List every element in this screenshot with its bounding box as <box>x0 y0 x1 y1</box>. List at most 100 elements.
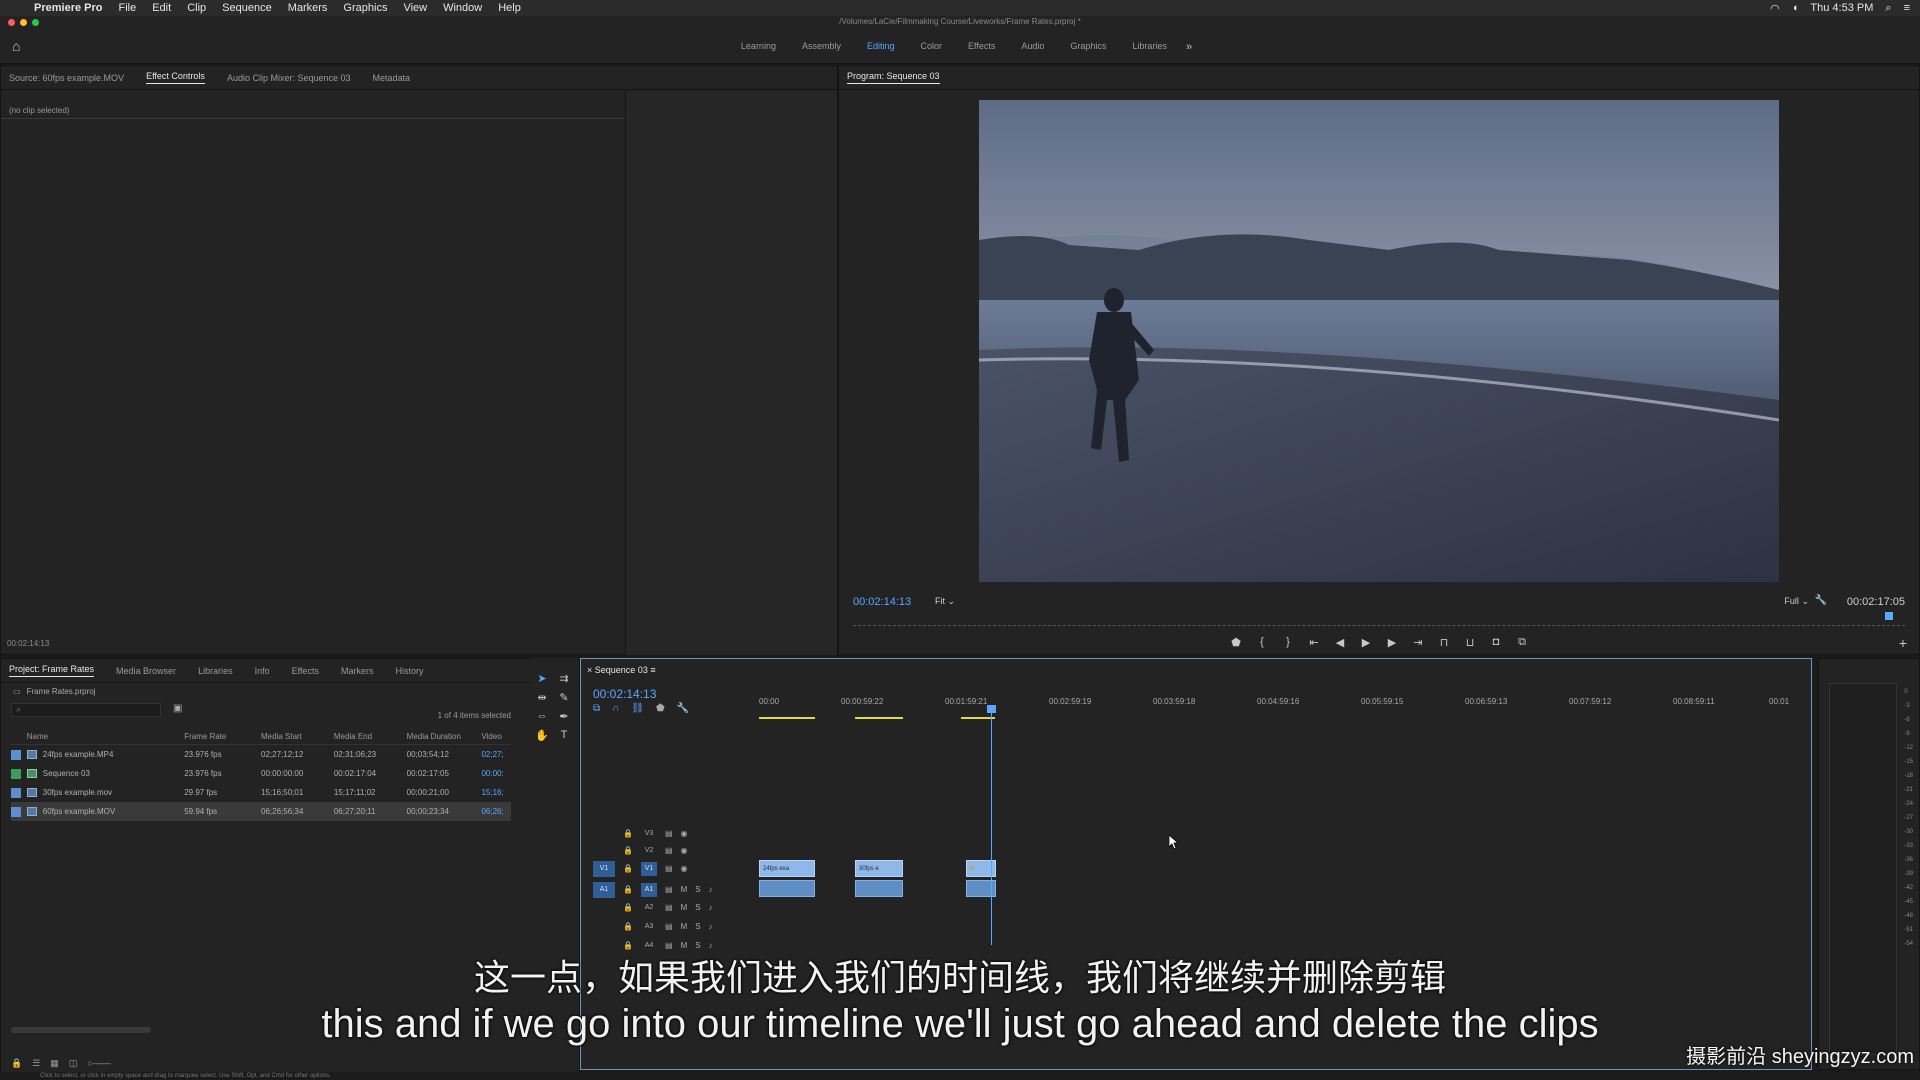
sync-lock-icon[interactable]: ▤ <box>665 903 673 912</box>
linked-selection-icon[interactable]: ⛓ <box>631 703 644 714</box>
menu-view[interactable]: View <box>403 2 427 14</box>
table-row-selected[interactable]: 60fps example.MOV 59.94 fps 06;26;56;34 … <box>11 802 511 821</box>
track-lock-icon[interactable]: 🔒 <box>623 846 633 855</box>
workspace-more-icon[interactable]: » <box>1180 41 1192 53</box>
track-lock-icon[interactable]: 🔒 <box>623 903 633 912</box>
menu-graphics[interactable]: Graphics <box>343 2 387 14</box>
workspace-tab-libraries[interactable]: Libraries <box>1119 41 1180 53</box>
program-time-ruler[interactable] <box>853 616 1905 626</box>
tab-source[interactable]: Source: 60fps example.MOV <box>9 73 124 83</box>
icon-view-icon[interactable]: ▦ <box>50 1058 59 1069</box>
workspace-tab-learning[interactable]: Learning <box>728 41 789 53</box>
track-name-a1[interactable]: A1 <box>640 882 657 897</box>
mic-icon[interactable]: ♪ <box>709 922 713 931</box>
sync-lock-icon[interactable]: ▤ <box>665 941 673 950</box>
col-name[interactable]: Name <box>27 732 184 741</box>
tab-audio-clip-mixer[interactable]: Audio Clip Mixer: Sequence 03 <box>227 73 351 83</box>
effect-controls-timeline-area[interactable] <box>625 91 837 655</box>
mark-out-icon[interactable]: } <box>1280 636 1296 649</box>
close-tab-icon[interactable]: × <box>587 665 592 675</box>
track-select-tool-icon[interactable]: ⇉ <box>554 672 574 685</box>
play-icon[interactable]: ▶ <box>1358 636 1374 649</box>
tab-markers[interactable]: Markers <box>341 666 374 676</box>
sync-lock-icon[interactable]: ▤ <box>665 829 673 838</box>
program-playhead[interactable] <box>1885 612 1893 620</box>
mic-icon[interactable]: ♪ <box>709 903 713 912</box>
work-area-bar[interactable] <box>855 717 903 719</box>
lock-icon[interactable]: 🔒 <box>11 1058 22 1069</box>
tab-project[interactable]: Project: Frame Rates <box>9 664 95 677</box>
menu-help[interactable]: Help <box>498 2 521 14</box>
col-media-end[interactable]: Media End <box>334 732 407 741</box>
table-row[interactable]: Sequence 03 23.976 fps 00:00:00:00 00:02… <box>11 764 511 783</box>
export-frame-icon[interactable]: ◘ <box>1488 636 1504 649</box>
workspace-tab-color[interactable]: Color <box>908 41 956 53</box>
workspace-tab-audio[interactable]: Audio <box>1008 41 1057 53</box>
work-area-bar[interactable] <box>759 717 815 719</box>
workspace-tab-assembly[interactable]: Assembly <box>789 41 854 53</box>
zoom-slider[interactable]: ○—— <box>87 1058 110 1069</box>
track-lock-icon[interactable]: 🔒 <box>623 922 633 931</box>
lift-icon[interactable]: ⊓ <box>1436 636 1452 649</box>
timeline-settings-icon[interactable]: 🔧 <box>677 703 689 714</box>
sync-lock-icon[interactable]: ▤ <box>665 846 673 855</box>
eye-icon[interactable]: ◉ <box>681 864 688 873</box>
solo-button[interactable]: S <box>695 922 700 931</box>
volume-icon[interactable]: ◖ <box>1792 2 1799 14</box>
track-name-v2[interactable]: V2 <box>641 844 657 858</box>
tab-effect-controls[interactable]: Effect Controls <box>146 71 205 84</box>
wifi-icon[interactable]: ◠ <box>1770 2 1780 15</box>
tab-metadata[interactable]: Metadata <box>373 73 411 83</box>
app-menu[interactable]: Premiere Pro <box>34 2 102 14</box>
table-row[interactable]: 24fps example.MP4 23.976 fps 02;27;12;12… <box>11 745 511 764</box>
program-video-frame[interactable] <box>979 100 1779 582</box>
extract-icon[interactable]: ⊔ <box>1462 636 1478 649</box>
sync-lock-icon[interactable]: ▤ <box>665 885 673 894</box>
menu-edit[interactable]: Edit <box>152 2 171 14</box>
workspace-tab-effects[interactable]: Effects <box>955 41 1008 53</box>
audio-clip-24fps[interactable] <box>759 880 815 897</box>
track-name-v3[interactable]: V3 <box>641 827 657 841</box>
audio-clip-30fps[interactable] <box>855 880 903 897</box>
work-area-bar[interactable] <box>961 717 995 719</box>
workspace-tab-editing[interactable]: Editing <box>854 41 908 53</box>
sync-lock-icon[interactable]: ▤ <box>665 864 673 873</box>
add-marker-icon[interactable]: ⬟ <box>1228 636 1244 649</box>
tab-history[interactable]: History <box>395 666 423 676</box>
hand-tool-icon[interactable]: ✋ <box>532 729 552 742</box>
video-clip-30fps[interactable]: 30fps e <box>855 860 903 877</box>
col-media-duration[interactable]: Media Duration <box>407 732 482 741</box>
list-view-icon[interactable]: ☰ <box>32 1058 40 1069</box>
add-marker-icon[interactable]: ⬟ <box>656 703 665 714</box>
button-editor-plus-icon[interactable]: + <box>1899 635 1907 651</box>
mic-icon[interactable]: ♪ <box>709 885 713 894</box>
track-name-a3[interactable]: A3 <box>641 920 657 934</box>
wrench-icon[interactable]: 🔧 <box>1815 595 1827 606</box>
col-media-start[interactable]: Media Start <box>261 732 334 741</box>
program-current-timecode[interactable]: 00:02:14:13 <box>853 596 911 608</box>
track-name-a2[interactable]: A2 <box>641 901 657 915</box>
track-lock-icon[interactable]: 🔒 <box>623 864 633 873</box>
panel-menu-icon[interactable]: ≡ <box>650 665 655 675</box>
mute-button[interactable]: M <box>681 903 688 912</box>
mute-button[interactable]: M <box>681 941 688 950</box>
source-patch-v1[interactable]: V1 <box>593 860 615 877</box>
sync-lock-icon[interactable]: ▤ <box>665 922 673 931</box>
tab-effects[interactable]: Effects <box>292 666 319 676</box>
pen-tool-icon[interactable]: ✒ <box>554 710 574 723</box>
eye-icon[interactable]: ◉ <box>681 829 688 838</box>
comparison-view-icon[interactable]: ⧉ <box>1514 636 1530 649</box>
mark-in-icon[interactable]: { <box>1254 636 1270 649</box>
menubar-clock[interactable]: Thu 4:53 PM <box>1810 2 1873 14</box>
zoom-select[interactable]: Fit ⌄ <box>935 596 955 607</box>
col-frame-rate[interactable]: Frame Rate <box>184 732 261 741</box>
track-lock-icon[interactable]: 🔒 <box>623 941 633 950</box>
tab-program[interactable]: Program: Sequence 03 <box>847 71 940 84</box>
step-back-icon[interactable]: ◀ <box>1332 636 1348 649</box>
freeform-view-icon[interactable]: ◫ <box>69 1058 78 1069</box>
new-bin-icon[interactable]: ▣ <box>173 703 182 714</box>
project-search-input[interactable]: ⌕ <box>11 703 161 717</box>
solo-button[interactable]: S <box>695 941 700 950</box>
solo-button[interactable]: S <box>695 885 700 894</box>
nest-icon[interactable]: ⧉ <box>593 703 600 714</box>
